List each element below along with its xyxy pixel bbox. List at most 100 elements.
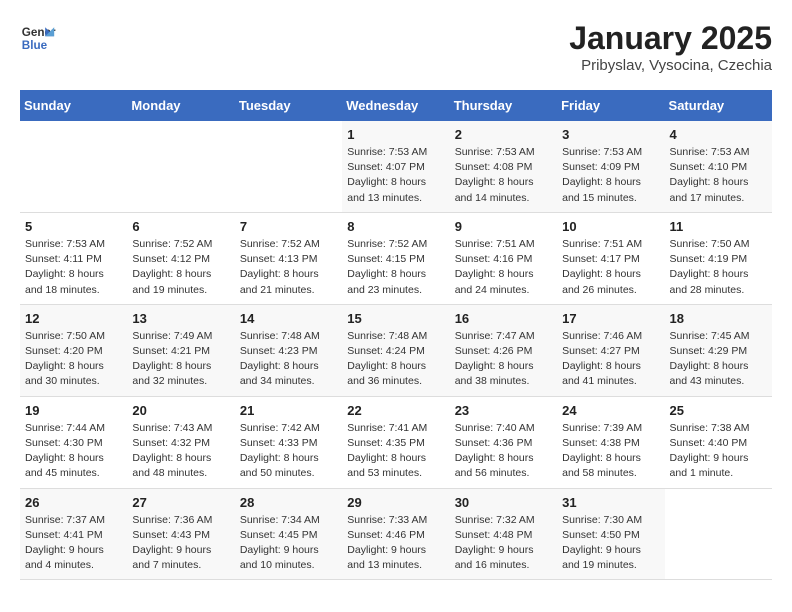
day-number: 2 xyxy=(455,127,552,142)
day-cell-3-3: 22 Sunrise: 7:41 AM Sunset: 4:35 PM Dayli… xyxy=(342,396,449,488)
day-number: 3 xyxy=(562,127,659,142)
day-info: Sunrise: 7:48 AM Sunset: 4:24 PM Dayligh… xyxy=(347,329,444,390)
day-info: Sunrise: 7:39 AM Sunset: 4:38 PM Dayligh… xyxy=(562,421,659,482)
day-cell-2-1: 13 Sunrise: 7:49 AM Sunset: 4:21 PM Dayli… xyxy=(127,304,234,396)
day-number: 28 xyxy=(240,495,337,510)
header-wednesday: Wednesday xyxy=(342,90,449,121)
day-cell-3-5: 24 Sunrise: 7:39 AM Sunset: 4:38 PM Dayli… xyxy=(557,396,664,488)
day-cell-3-2: 21 Sunrise: 7:42 AM Sunset: 4:33 PM Dayli… xyxy=(235,396,342,488)
day-number: 17 xyxy=(562,311,659,326)
day-info: Sunrise: 7:34 AM Sunset: 4:45 PM Dayligh… xyxy=(240,513,337,574)
day-info: Sunrise: 7:52 AM Sunset: 4:13 PM Dayligh… xyxy=(240,237,337,298)
day-cell-2-0: 12 Sunrise: 7:50 AM Sunset: 4:20 PM Dayli… xyxy=(20,304,127,396)
day-number: 10 xyxy=(562,219,659,234)
day-info: Sunrise: 7:53 AM Sunset: 4:07 PM Dayligh… xyxy=(347,145,444,206)
day-info: Sunrise: 7:49 AM Sunset: 4:21 PM Dayligh… xyxy=(132,329,229,390)
day-cell-1-6: 11 Sunrise: 7:50 AM Sunset: 4:19 PM Dayli… xyxy=(665,212,772,304)
day-cell-2-3: 15Sunrise: 7:48 AM Sunset: 4:24 PM Dayli… xyxy=(342,304,449,396)
header-saturday: Saturday xyxy=(665,90,772,121)
day-number: 18 xyxy=(670,311,767,326)
day-number: 13 xyxy=(132,311,229,326)
day-info: Sunrise: 7:50 AM Sunset: 4:20 PM Dayligh… xyxy=(25,329,122,390)
day-number: 30 xyxy=(455,495,552,510)
day-number: 23 xyxy=(455,403,552,418)
day-info: Sunrise: 7:53 AM Sunset: 4:09 PM Dayligh… xyxy=(562,145,659,206)
day-info: Sunrise: 7:37 AM Sunset: 4:41 PM Dayligh… xyxy=(25,513,122,574)
day-info: Sunrise: 7:43 AM Sunset: 4:32 PM Dayligh… xyxy=(132,421,229,482)
day-info: Sunrise: 7:41 AM Sunset: 4:35 PM Dayligh… xyxy=(347,421,444,482)
day-info: Sunrise: 7:32 AM Sunset: 4:48 PM Dayligh… xyxy=(455,513,552,574)
day-cell-2-6: 18 Sunrise: 7:45 AM Sunset: 4:29 PM Dayli… xyxy=(665,304,772,396)
day-number: 5 xyxy=(25,219,122,234)
day-cell-3-6: 25Sunrise: 7:38 AM Sunset: 4:40 PM Dayli… xyxy=(665,396,772,488)
header-monday: Monday xyxy=(127,90,234,121)
day-info: Sunrise: 7:47 AM Sunset: 4:26 PM Dayligh… xyxy=(455,329,552,390)
day-number: 21 xyxy=(240,403,337,418)
header-sunday: Sunday xyxy=(20,90,127,121)
calendar-header-row: Sunday Monday Tuesday Wednesday Thursday… xyxy=(20,90,772,121)
week-row-5: 26Sunrise: 7:37 AM Sunset: 4:41 PM Dayli… xyxy=(20,488,772,580)
header-tuesday: Tuesday xyxy=(235,90,342,121)
day-cell-2-4: 16 Sunrise: 7:47 AM Sunset: 4:26 PM Dayli… xyxy=(450,304,557,396)
day-number: 9 xyxy=(455,219,552,234)
day-cell-4-1: 27 Sunrise: 7:36 AM Sunset: 4:43 PM Dayli… xyxy=(127,488,234,580)
day-info: Sunrise: 7:42 AM Sunset: 4:33 PM Dayligh… xyxy=(240,421,337,482)
day-info: Sunrise: 7:44 AM Sunset: 4:30 PM Dayligh… xyxy=(25,421,122,482)
week-row-2: 5 Sunrise: 7:53 AM Sunset: 4:11 PM Daylig… xyxy=(20,212,772,304)
week-row-4: 19 Sunrise: 7:44 AM Sunset: 4:30 PM Dayli… xyxy=(20,396,772,488)
day-number: 24 xyxy=(562,403,659,418)
day-info: Sunrise: 7:40 AM Sunset: 4:36 PM Dayligh… xyxy=(455,421,552,482)
day-number: 19 xyxy=(25,403,122,418)
day-info: Sunrise: 7:53 AM Sunset: 4:10 PM Dayligh… xyxy=(670,145,767,206)
day-cell-4-2: 28 Sunrise: 7:34 AM Sunset: 4:45 PM Dayli… xyxy=(235,488,342,580)
day-cell-4-4: 30 Sunrise: 7:32 AM Sunset: 4:48 PM Dayli… xyxy=(450,488,557,580)
day-info: Sunrise: 7:46 AM Sunset: 4:27 PM Dayligh… xyxy=(562,329,659,390)
day-info: Sunrise: 7:30 AM Sunset: 4:50 PM Dayligh… xyxy=(562,513,659,574)
logo: General Blue xyxy=(20,20,56,56)
day-number: 20 xyxy=(132,403,229,418)
day-cell-1-4: 9 Sunrise: 7:51 AM Sunset: 4:16 PM Daylig… xyxy=(450,212,557,304)
day-number: 29 xyxy=(347,495,444,510)
day-info: Sunrise: 7:51 AM Sunset: 4:17 PM Dayligh… xyxy=(562,237,659,298)
day-cell-1-2: 7Sunrise: 7:52 AM Sunset: 4:13 PM Daylig… xyxy=(235,212,342,304)
day-number: 11 xyxy=(670,219,767,234)
day-number: 16 xyxy=(455,311,552,326)
day-cell-1-5: 10 Sunrise: 7:51 AM Sunset: 4:17 PM Dayli… xyxy=(557,212,664,304)
day-info: Sunrise: 7:48 AM Sunset: 4:23 PM Dayligh… xyxy=(240,329,337,390)
day-info: Sunrise: 7:51 AM Sunset: 4:16 PM Dayligh… xyxy=(455,237,552,298)
day-info: Sunrise: 7:45 AM Sunset: 4:29 PM Dayligh… xyxy=(670,329,767,390)
week-row-1: 1Sunrise: 7:53 AM Sunset: 4:07 PM Daylig… xyxy=(20,121,772,212)
day-number: 8 xyxy=(347,219,444,234)
day-number: 22 xyxy=(347,403,444,418)
day-cell-0-2 xyxy=(235,121,342,212)
day-cell-3-0: 19 Sunrise: 7:44 AM Sunset: 4:30 PM Dayli… xyxy=(20,396,127,488)
calendar-table: Sunday Monday Tuesday Wednesday Thursday… xyxy=(20,90,772,580)
day-info: Sunrise: 7:50 AM Sunset: 4:19 PM Dayligh… xyxy=(670,237,767,298)
day-number: 27 xyxy=(132,495,229,510)
day-cell-0-6: 4Sunrise: 7:53 AM Sunset: 4:10 PM Daylig… xyxy=(665,121,772,212)
day-info: Sunrise: 7:53 AM Sunset: 4:08 PM Dayligh… xyxy=(455,145,552,206)
day-cell-2-5: 17 Sunrise: 7:46 AM Sunset: 4:27 PM Dayli… xyxy=(557,304,664,396)
day-cell-1-3: 8 Sunrise: 7:52 AM Sunset: 4:15 PM Daylig… xyxy=(342,212,449,304)
calendar-title: January 2025 xyxy=(569,20,772,57)
day-info: Sunrise: 7:36 AM Sunset: 4:43 PM Dayligh… xyxy=(132,513,229,574)
day-cell-1-0: 5 Sunrise: 7:53 AM Sunset: 4:11 PM Daylig… xyxy=(20,212,127,304)
day-cell-0-3: 1Sunrise: 7:53 AM Sunset: 4:07 PM Daylig… xyxy=(342,121,449,212)
day-cell-1-1: 6 Sunrise: 7:52 AM Sunset: 4:12 PM Daylig… xyxy=(127,212,234,304)
day-cell-4-3: 29Sunrise: 7:33 AM Sunset: 4:46 PM Dayli… xyxy=(342,488,449,580)
day-info: Sunrise: 7:53 AM Sunset: 4:11 PM Dayligh… xyxy=(25,237,122,298)
page-header: General Blue January 2025 Pribyslav, Vys… xyxy=(20,20,772,74)
day-info: Sunrise: 7:52 AM Sunset: 4:15 PM Dayligh… xyxy=(347,237,444,298)
header-friday: Friday xyxy=(557,90,664,121)
day-cell-0-0 xyxy=(20,121,127,212)
day-number: 6 xyxy=(132,219,229,234)
logo-icon: General Blue xyxy=(20,20,56,56)
day-cell-4-6 xyxy=(665,488,772,580)
day-number: 12 xyxy=(25,311,122,326)
day-number: 31 xyxy=(562,495,659,510)
calendar-title-area: January 2025 Pribyslav, Vysocina, Czechi… xyxy=(569,20,772,74)
day-cell-0-1 xyxy=(127,121,234,212)
day-info: Sunrise: 7:52 AM Sunset: 4:12 PM Dayligh… xyxy=(132,237,229,298)
day-number: 14 xyxy=(240,311,337,326)
header-thursday: Thursday xyxy=(450,90,557,121)
